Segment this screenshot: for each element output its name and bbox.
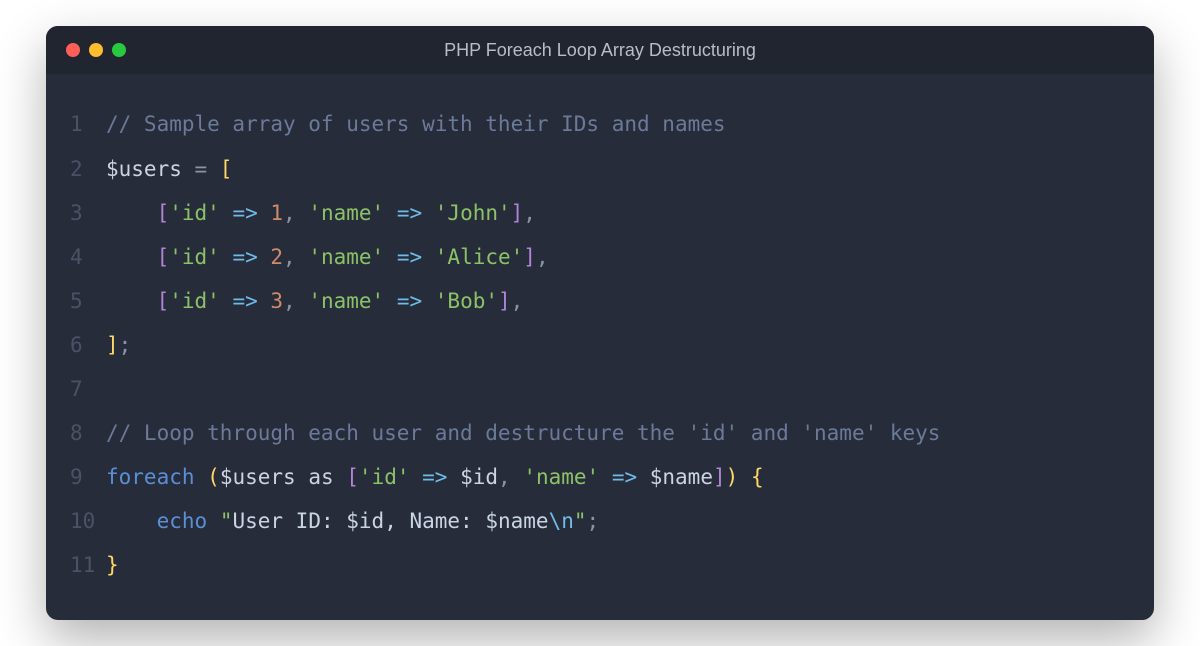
comment-text: // Loop through each user and destructur… — [106, 421, 940, 445]
string-text: User ID: — [232, 509, 346, 533]
bracket: ] — [713, 465, 726, 489]
string-text: , Name: — [384, 509, 485, 533]
maximize-icon[interactable] — [112, 43, 126, 57]
code-line: 4 ['id' => 2, 'name' => 'Alice'], — [70, 235, 1130, 279]
escape-token: \n — [549, 509, 574, 533]
punct: ; — [119, 333, 132, 357]
line-number: 8 — [70, 411, 106, 455]
punct: , — [523, 201, 536, 225]
number-token: 1 — [270, 201, 283, 225]
string-token: 'name' — [308, 245, 384, 269]
string-token: 'id' — [169, 245, 220, 269]
arrow-token: => — [220, 201, 271, 225]
arrow-token: => — [599, 465, 650, 489]
line-number: 7 — [70, 367, 106, 411]
titlebar: PHP Foreach Loop Array Destructuring — [46, 26, 1154, 74]
punct: , — [498, 465, 523, 489]
variable-token: $users — [106, 157, 182, 181]
punct: , — [283, 289, 308, 313]
indent — [106, 201, 157, 225]
bracket: [ — [157, 201, 170, 225]
indent — [106, 245, 157, 269]
bracket: [ — [346, 465, 359, 489]
variable-token: $name — [485, 509, 548, 533]
code-line: 10 echo "User ID: $id, Name: $name\n"; — [70, 499, 1130, 543]
punct: ; — [587, 509, 600, 533]
code-line: 2 $users = [ — [70, 147, 1130, 191]
code-line: 9 foreach ($users as ['id' => $id, 'name… — [70, 455, 1130, 499]
variable-token: $id — [460, 465, 498, 489]
bracket: [ — [220, 157, 233, 181]
string-token: 'id' — [359, 465, 410, 489]
code-line: 7 — [70, 367, 1130, 411]
quote: " — [220, 509, 233, 533]
arrow-token: => — [410, 465, 461, 489]
space — [195, 465, 208, 489]
quote: " — [574, 509, 587, 533]
punct: = — [182, 157, 220, 181]
arrow-token: => — [384, 201, 435, 225]
paren: ( — [207, 465, 220, 489]
close-icon[interactable] — [66, 43, 80, 57]
code-window: PHP Foreach Loop Array Destructuring 1 /… — [46, 26, 1154, 619]
punct: , — [283, 245, 308, 269]
line-number: 1 — [70, 102, 106, 146]
indent — [106, 509, 157, 533]
arrow-token: => — [220, 245, 271, 269]
code-line: 3 ['id' => 1, 'name' => 'John'], — [70, 191, 1130, 235]
string-token: 'id' — [169, 289, 220, 313]
string-token: 'John' — [435, 201, 511, 225]
line-number: 10 — [70, 499, 106, 543]
brace: } — [106, 553, 119, 577]
variable-token: $id — [346, 509, 384, 533]
as-token: as — [296, 465, 347, 489]
punct: , — [511, 289, 524, 313]
variable-token: $users — [220, 465, 296, 489]
line-number: 6 — [70, 323, 106, 367]
code-line: 1 // Sample array of users with their ID… — [70, 102, 1130, 146]
keyword-token: echo — [157, 509, 208, 533]
string-token: 'id' — [169, 201, 220, 225]
line-number: 11 — [70, 543, 106, 587]
number-token: 3 — [270, 289, 283, 313]
bracket: ] — [106, 333, 119, 357]
line-number: 5 — [70, 279, 106, 323]
code-line: 5 ['id' => 3, 'name' => 'Bob'], — [70, 279, 1130, 323]
bracket: [ — [157, 245, 170, 269]
code-line: 8 // Loop through each user and destruct… — [70, 411, 1130, 455]
bracket: ] — [498, 289, 511, 313]
code-editor[interactable]: 1 // Sample array of users with their ID… — [46, 74, 1154, 619]
bracket: [ — [157, 289, 170, 313]
number-token: 2 — [270, 245, 283, 269]
arrow-token: => — [220, 289, 271, 313]
comment-text: // Sample array of users with their IDs … — [106, 112, 726, 136]
punct: , — [536, 245, 549, 269]
window-title: PHP Foreach Loop Array Destructuring — [66, 40, 1134, 61]
code-line: 11 } — [70, 543, 1130, 587]
variable-token: $name — [650, 465, 713, 489]
string-token: 'name' — [523, 465, 599, 489]
arrow-token: => — [384, 289, 435, 313]
minimize-icon[interactable] — [89, 43, 103, 57]
window-controls — [66, 43, 126, 57]
space — [738, 465, 751, 489]
arrow-token: => — [384, 245, 435, 269]
string-token: 'name' — [308, 289, 384, 313]
keyword-token: foreach — [106, 465, 195, 489]
line-number: 9 — [70, 455, 106, 499]
space — [207, 509, 220, 533]
string-token: 'Bob' — [435, 289, 498, 313]
indent — [106, 289, 157, 313]
paren: ) — [726, 465, 739, 489]
line-number: 2 — [70, 147, 106, 191]
bracket: ] — [523, 245, 536, 269]
punct: , — [283, 201, 308, 225]
bracket: ] — [511, 201, 524, 225]
code-line: 6 ]; — [70, 323, 1130, 367]
line-number: 3 — [70, 191, 106, 235]
string-token: 'Alice' — [435, 245, 524, 269]
string-token: 'name' — [308, 201, 384, 225]
line-number: 4 — [70, 235, 106, 279]
brace: { — [751, 465, 764, 489]
